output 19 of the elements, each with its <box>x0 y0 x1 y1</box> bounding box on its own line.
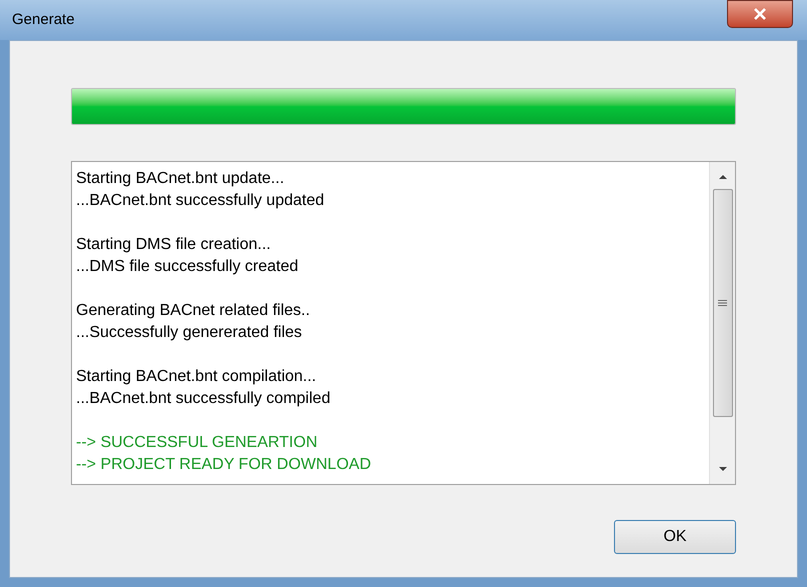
scroll-up-icon[interactable] <box>718 173 728 181</box>
log-line: Starting BACnet.bnt compilation... <box>76 367 318 387</box>
log-line: ...BACnet.bnt successfully updated <box>76 191 326 211</box>
log-line: Starting BACnet.bnt update... <box>76 169 286 189</box>
log-line: Generating BACnet related files.. <box>76 301 311 321</box>
grip-icon <box>718 299 727 307</box>
ok-button[interactable]: OK <box>614 520 736 554</box>
log-line: ...Successfully genererated files <box>76 323 303 343</box>
scrollbar[interactable] <box>709 162 735 484</box>
scroll-thumb[interactable] <box>712 189 732 417</box>
log-line: ...BACnet.bnt successfully compiled <box>76 389 332 409</box>
log-line: ...DMS file successfully created <box>76 257 300 277</box>
log-line: --> SUCCESSFUL GENEARTION <box>76 433 318 453</box>
close-button[interactable] <box>727 0 793 28</box>
close-icon <box>753 8 767 20</box>
window-title: Generate <box>12 10 75 30</box>
log-line: --> PROJECT READY FOR DOWNLOAD <box>76 455 372 475</box>
scroll-down-icon[interactable] <box>718 465 728 473</box>
log-line: Starting DMS file creation... <box>76 235 272 255</box>
